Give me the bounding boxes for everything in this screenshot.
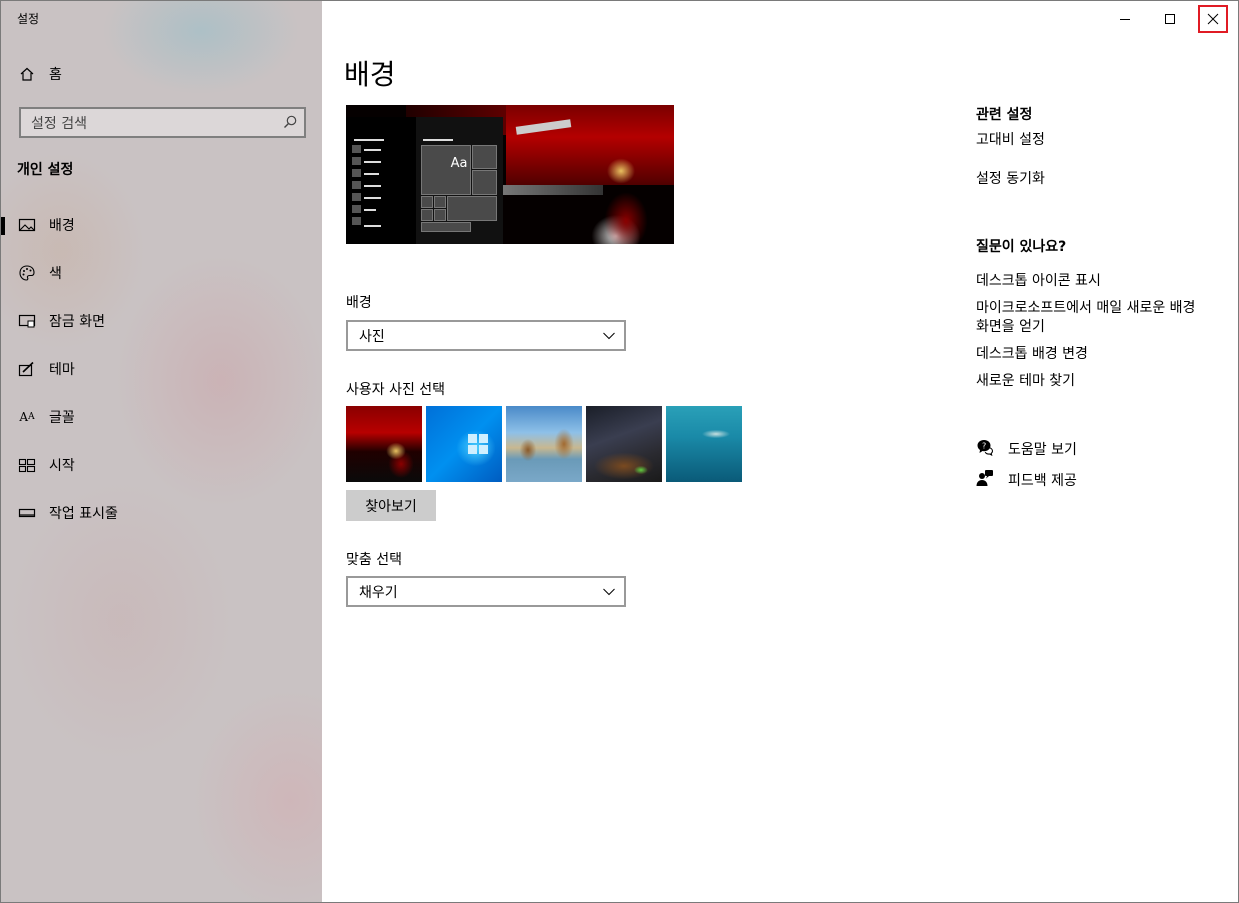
- close-icon: [1207, 10, 1219, 29]
- sidebar-item-taskbar[interactable]: 작업 표시줄: [1, 493, 322, 533]
- sidebar-item-label: 테마: [49, 362, 75, 378]
- link-find-new-themes[interactable]: 새로운 테마 찾기: [976, 371, 1075, 391]
- chevron-down-icon: [602, 585, 616, 603]
- photo-thumbnail-3[interactable]: [506, 406, 582, 482]
- link-change-desktop-background[interactable]: 데스크톱 배경 변경: [976, 344, 1088, 364]
- sidebar-item-home[interactable]: 홈: [1, 54, 322, 94]
- dropdown-value: 사진: [359, 328, 385, 345]
- link-desktop-icons[interactable]: 데스크톱 아이콘 표시: [976, 271, 1101, 291]
- photo-thumbnail-4[interactable]: [586, 406, 662, 482]
- theme-brush-icon: [17, 359, 37, 379]
- maximize-icon: [1164, 10, 1176, 29]
- sidebar-item-label: 잠금 화면: [49, 314, 105, 330]
- dropdown-value: 채우기: [359, 584, 398, 601]
- background-type-dropdown[interactable]: 사진: [346, 320, 626, 351]
- link-daily-background[interactable]: 마이크로소프트에서 매일 새로운 배경: [976, 298, 1195, 318]
- fit-dropdown[interactable]: 채우기: [346, 576, 626, 607]
- image-icon: [17, 215, 37, 235]
- sidebar-item-label: 시작: [49, 458, 75, 474]
- sidebar-item-start[interactable]: 시작: [1, 445, 322, 485]
- section-title: 개인 설정: [17, 162, 74, 178]
- feedback-link[interactable]: 피드백 제공: [976, 469, 1077, 491]
- help-label: 도움말 보기: [1008, 442, 1077, 458]
- background-preview: Aa: [346, 105, 674, 244]
- maximize-button[interactable]: [1155, 5, 1185, 33]
- sidebar-item-label: 배경: [49, 218, 75, 234]
- minimize-icon: [1119, 10, 1131, 29]
- photo-thumbnail-1[interactable]: [346, 406, 422, 482]
- sidebar-item-label: 색: [49, 266, 62, 282]
- sidebar-item-background[interactable]: 배경: [1, 205, 322, 245]
- taskbar-icon: [17, 503, 37, 523]
- sidebar-item-color[interactable]: 색: [1, 253, 322, 293]
- sidebar-item-lock-screen[interactable]: 잠금 화면: [1, 301, 322, 341]
- background-label: 배경: [346, 295, 372, 311]
- link-daily-background-line2[interactable]: 화면을 얻기: [976, 317, 1045, 337]
- app-title: 설정: [17, 12, 40, 26]
- home-icon: [17, 64, 37, 84]
- search-icon: [282, 114, 298, 134]
- photo-thumbnail-2[interactable]: [426, 406, 502, 482]
- questions-title: 질문이 있나요?: [976, 239, 1067, 255]
- svg-text:?: ?: [982, 442, 986, 451]
- minimize-button[interactable]: [1110, 5, 1140, 33]
- start-grid-icon: [17, 455, 37, 475]
- related-settings-title: 관련 설정: [976, 107, 1033, 123]
- choose-photo-label: 사용자 사진 선택: [346, 382, 446, 398]
- settings-window: 설정 홈 설정 검색 개인 설정 배경 색 잠금 화면 테마 A A 글꼴 시작…: [0, 0, 1239, 903]
- link-sync-settings[interactable]: 설정 동기화: [976, 169, 1045, 189]
- sidebar-item-fonts[interactable]: AA 글꼴: [1, 397, 322, 437]
- sidebar-item-label: 작업 표시줄: [49, 506, 118, 522]
- link-high-contrast[interactable]: 고대비 설정: [976, 130, 1045, 150]
- sidebar-item-theme[interactable]: 테마: [1, 349, 322, 389]
- search-placeholder: 설정 검색: [31, 115, 87, 132]
- sidebar: 설정 홈 설정 검색 개인 설정 배경 색 잠금 화면 테마 A A 글꼴 시작…: [1, 1, 322, 902]
- lock-screen-icon: [17, 311, 37, 331]
- feedback-label: 피드백 제공: [1008, 473, 1077, 489]
- close-button[interactable]: [1198, 5, 1228, 33]
- sidebar-item-label: 홈: [49, 67, 62, 83]
- preview-text: Aa: [450, 155, 468, 171]
- feedback-person-icon: [976, 469, 994, 491]
- browse-button[interactable]: 찾아보기: [346, 490, 436, 521]
- page-title: 배경: [344, 58, 396, 91]
- fit-label: 맞춤 선택: [346, 552, 402, 568]
- search-input[interactable]: 설정 검색: [19, 107, 306, 138]
- help-chat-icon: ?: [976, 438, 994, 460]
- windows-logo-icon: [468, 434, 488, 454]
- photo-thumbnail-5[interactable]: [666, 406, 742, 482]
- chevron-down-icon: [602, 329, 616, 347]
- font-icon: AA: [19, 410, 35, 424]
- help-link[interactable]: ? 도움말 보기: [976, 438, 1077, 460]
- sidebar-item-label: 글꼴: [49, 410, 75, 426]
- palette-icon: [17, 263, 37, 283]
